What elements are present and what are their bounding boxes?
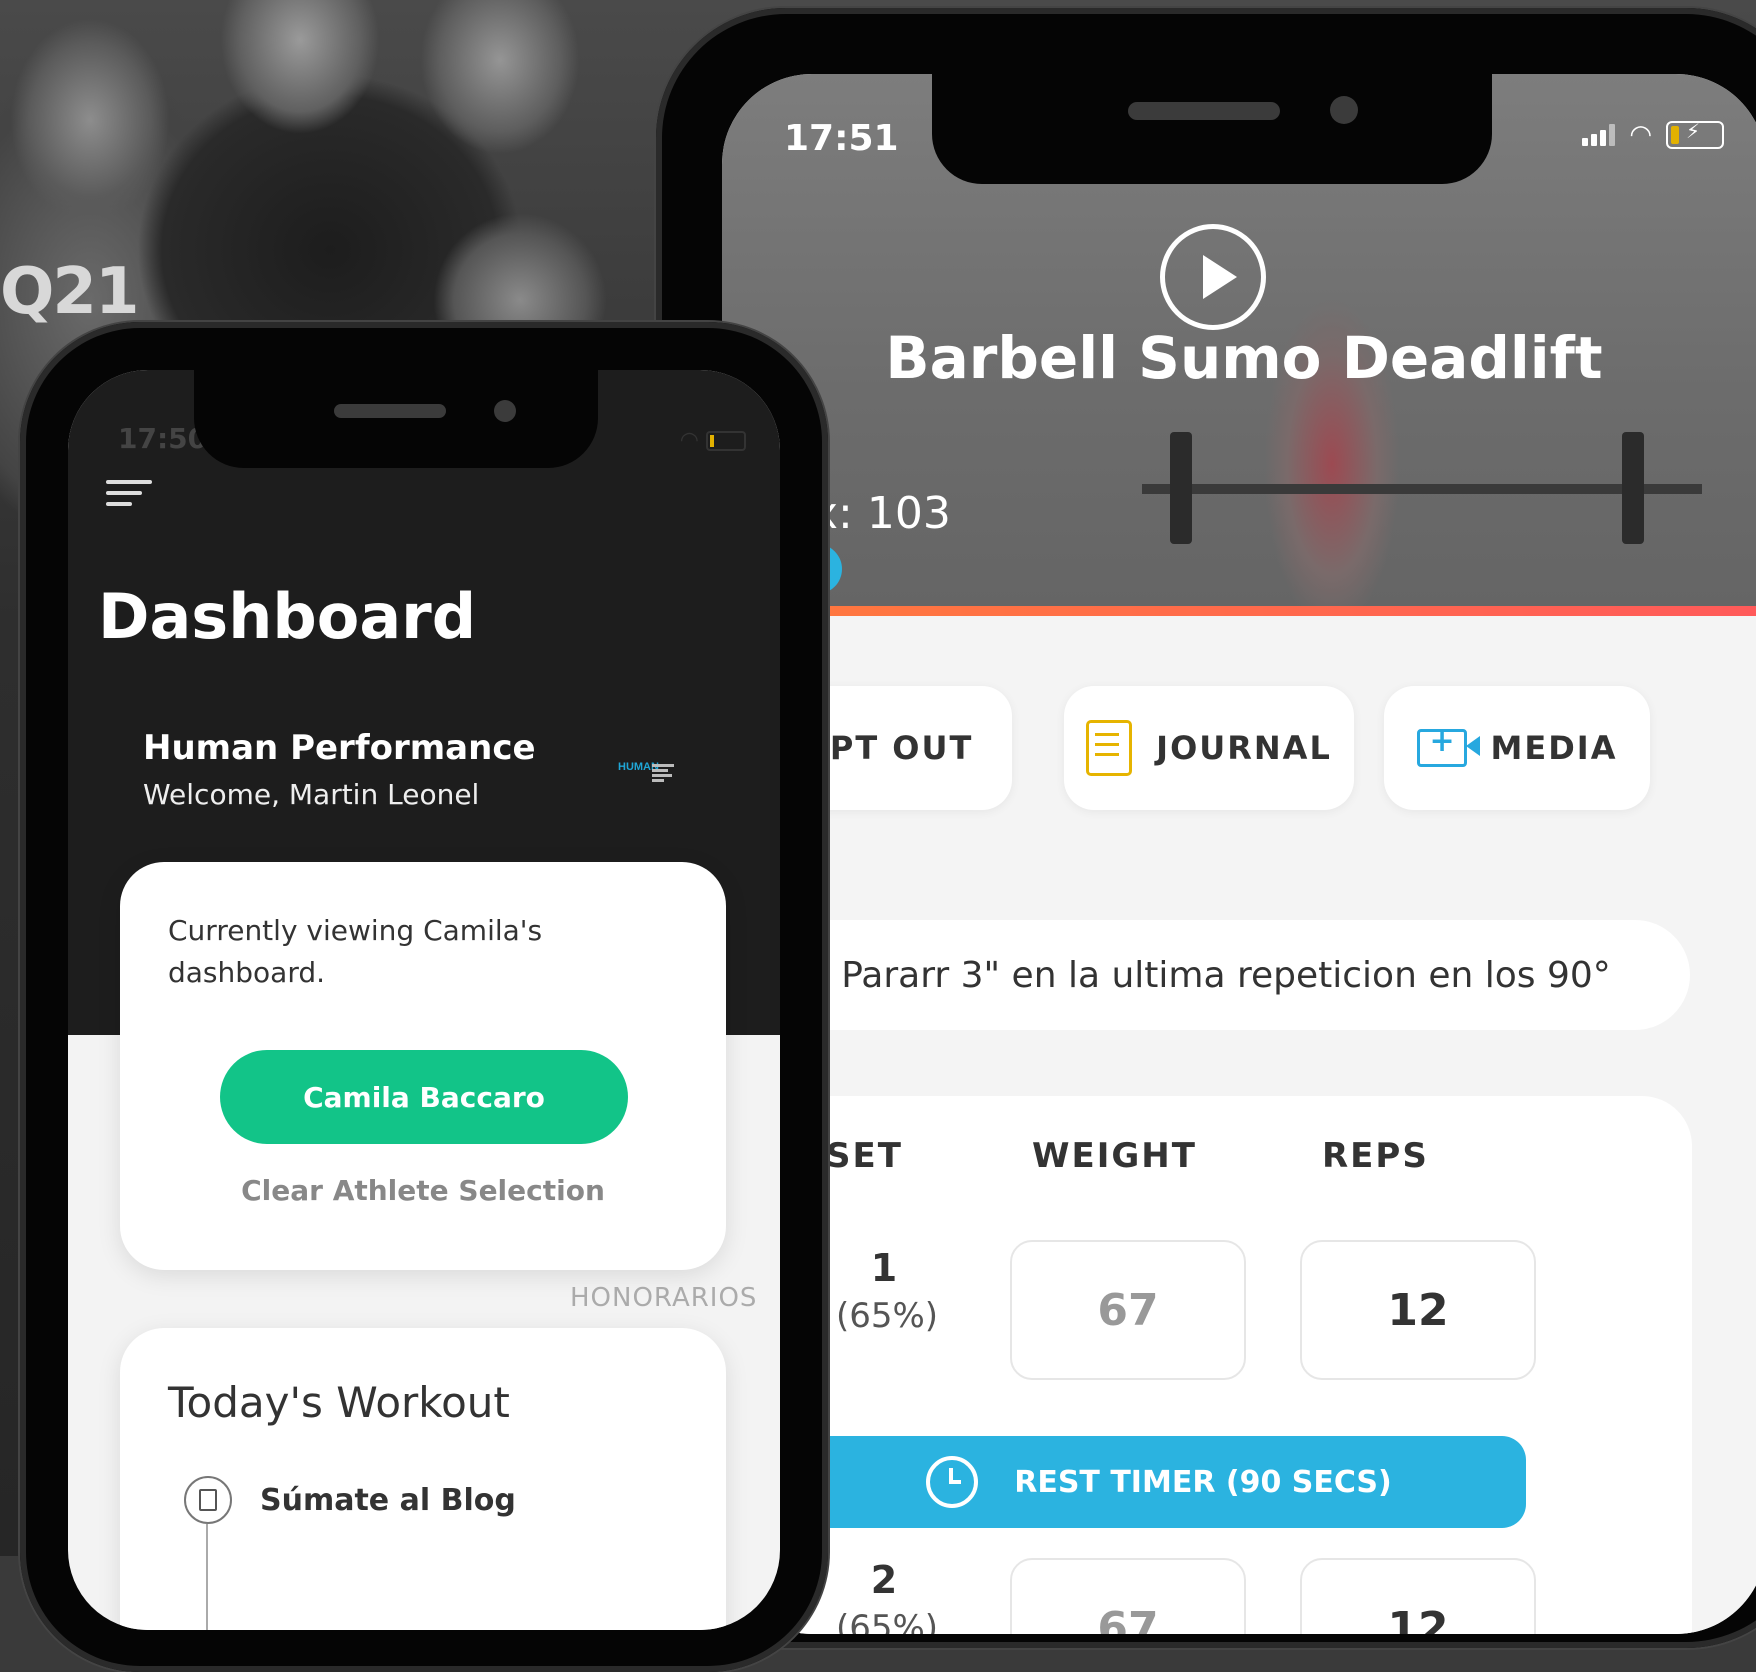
header-reps: REPS xyxy=(1322,1136,1429,1176)
video-add-icon xyxy=(1416,724,1480,767)
clear-selection-link[interactable]: Clear Athlete Selection xyxy=(120,1174,726,1207)
workout-body: OPT OUT JOURNAL MEDIA Pararr 3" en la ul… xyxy=(722,616,1756,1634)
viewing-card: Currently viewing Camila's dashboard. Ca… xyxy=(120,862,726,1270)
athlete-button[interactable]: Camila Baccaro xyxy=(220,1050,628,1144)
set-number: 2 xyxy=(870,1558,898,1602)
workout-item-label: Súmate al Blog xyxy=(260,1482,516,1518)
speaker-grille xyxy=(334,404,446,418)
weight-input[interactable]: 67 xyxy=(1010,1240,1246,1380)
rest-timer-label: REST TIMER (90 SECS) xyxy=(1014,1464,1392,1500)
reps-input[interactable]: 12 xyxy=(1300,1558,1536,1634)
page-title: Dashboard xyxy=(98,580,477,653)
status-icons: ◠ xyxy=(680,428,746,453)
org-logo: HUMAN xyxy=(618,762,678,792)
wifi-icon: ◠ xyxy=(679,428,699,453)
weight-input[interactable]: 67 xyxy=(1010,1558,1246,1634)
wifi-icon: ◠ xyxy=(1629,120,1652,150)
welcome-text: Welcome, Martin Leonel xyxy=(143,778,480,811)
sets-card: SET WEIGHT REPS 1 (65%) 67 12 REST TIMER… xyxy=(762,1096,1692,1634)
status-icons: ◠ xyxy=(1582,119,1724,150)
media-label: MEDIA xyxy=(1490,729,1618,767)
header-weight: WEIGHT xyxy=(1032,1136,1197,1176)
menu-icon[interactable] xyxy=(106,480,152,510)
watermark-text: HONORARIOS xyxy=(570,1283,758,1313)
exercise-title: Barbell Sumo Deadlift xyxy=(885,324,1603,392)
battery-icon xyxy=(1666,119,1724,149)
max-value: x: 103 xyxy=(812,488,951,539)
exercise-note: Pararr 3" en la ultima repeticion en los… xyxy=(762,920,1690,1030)
front-camera xyxy=(494,400,516,422)
rest-timer-button[interactable]: REST TIMER (90 SECS) xyxy=(792,1436,1526,1528)
phone-notch xyxy=(194,370,598,468)
dashboard-screen: 17:50 ◠ Dashboard Human Performance Welc… xyxy=(68,370,780,1630)
barbell-plate xyxy=(1622,432,1644,544)
set-percentage: (65%) xyxy=(835,1608,939,1634)
workout-item[interactable]: Súmate al Blog xyxy=(184,1476,516,1524)
viewing-text: Currently viewing Camila's dashboard. xyxy=(168,914,543,989)
barbell-plate xyxy=(1170,432,1192,544)
workout-title: Today's Workout xyxy=(168,1378,510,1427)
status-time: 17:50 xyxy=(118,422,208,455)
workout-card: Today's Workout Súmate al Blog xyxy=(120,1328,726,1630)
header-set: SET xyxy=(826,1136,903,1176)
phone-dashboard: 17:50 ◠ Dashboard Human Performance Welc… xyxy=(20,322,828,1672)
speaker-grille xyxy=(1128,102,1280,120)
journal-label: JOURNAL xyxy=(1156,729,1332,767)
workout-screen: 17:51 ◠ Barbell Sumo Deadlift x: 103 K O… xyxy=(722,74,1756,1634)
timeline-line xyxy=(206,1524,208,1630)
media-button[interactable]: MEDIA xyxy=(1384,686,1650,810)
play-icon[interactable] xyxy=(1160,224,1266,330)
notebook-icon xyxy=(1086,720,1133,776)
set-number: 1 xyxy=(870,1246,898,1290)
clock-icon xyxy=(926,1456,979,1508)
document-icon xyxy=(184,1476,232,1524)
battery-icon xyxy=(706,431,746,451)
progress-strip xyxy=(722,606,1756,616)
org-name: Human Performance xyxy=(143,728,536,768)
reps-input[interactable]: 12 xyxy=(1300,1240,1536,1380)
journal-button[interactable]: JOURNAL xyxy=(1064,686,1354,810)
set-percentage: (65%) xyxy=(835,1296,939,1336)
phone-notch xyxy=(932,74,1492,184)
jersey-text: Q21 xyxy=(0,255,139,329)
status-time: 17:51 xyxy=(784,118,899,159)
barbell-graphic xyxy=(1142,484,1702,494)
signal-icon xyxy=(1582,124,1616,146)
front-camera xyxy=(1330,96,1358,124)
